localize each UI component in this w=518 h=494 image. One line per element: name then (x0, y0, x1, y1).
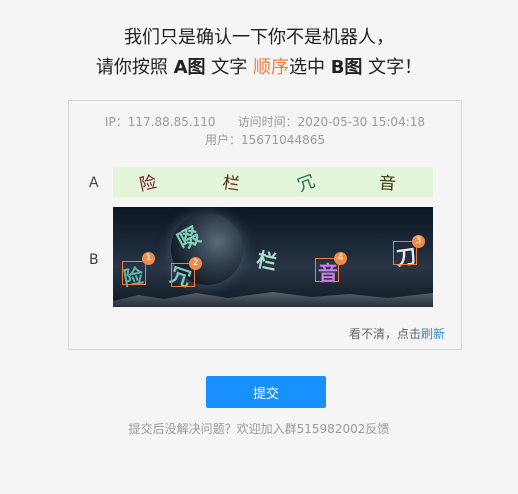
sequence-char: 险 (137, 172, 159, 196)
instruction-prefix: 请你按照 (95, 57, 168, 78)
captcha-char[interactable]: 栏 (254, 243, 280, 276)
instruction-text-word: 文字 (211, 57, 248, 78)
row-label-a: A (89, 175, 99, 191)
instruction-image-a: A图 (173, 57, 206, 78)
refresh-hint: 看不清，点击 (348, 327, 421, 341)
captcha-panel: IP：117.88.85.110 访问时间：2020-05-30 15:04:18… (68, 100, 462, 350)
visit-time-text: 访问时间：2020-05-30 15:04:18 (237, 115, 426, 129)
selection-order-badge: 1 (142, 252, 155, 265)
sequence-char: 冗 (294, 171, 318, 197)
feedback-footer: 提交后没解决问题？欢迎加入群515982002反馈 (128, 422, 390, 436)
ip-text: IP：117.88.85.110 (104, 115, 216, 129)
selection-order-badge: 2 (189, 257, 202, 270)
instruction-select: 选中 (288, 57, 325, 78)
submit-button[interactable]: 提交 (206, 376, 326, 408)
instruction-image-b: B图 (330, 57, 363, 78)
selection-order-badge: 3 (412, 235, 425, 248)
sequence-char: 栏 (221, 172, 241, 196)
visitor-info: IP：117.88.85.110 访问时间：2020-05-30 15:04:18 (69, 114, 461, 130)
user-text: 用户：15671044865 (205, 133, 325, 147)
sequence-strip-a: 险 栏 冗 音 (113, 167, 433, 197)
selection-box[interactable] (122, 261, 146, 285)
row-label-b: B (89, 252, 99, 268)
selection-order-badge: 4 (334, 252, 347, 265)
instruction-order: 顺序 (252, 57, 289, 78)
sequence-char: 音 (378, 173, 397, 195)
instruction-line-1: 我们只是确认一下你不是机器人， (124, 27, 394, 48)
refresh-row: 看不清，点击刷新 (349, 325, 445, 342)
instruction-line-2: 请你按照 A图 文字 顺序选中 B图 文字！ (0, 56, 518, 80)
mountain-ridge-graphic (113, 292, 433, 307)
captcha-image-b[interactable]: 啜 险 冗 栏 音 刀 1 2 3 4 (113, 207, 433, 307)
refresh-link[interactable]: 刷新 (421, 327, 445, 341)
instruction-suffix: 文字！ (368, 57, 423, 78)
